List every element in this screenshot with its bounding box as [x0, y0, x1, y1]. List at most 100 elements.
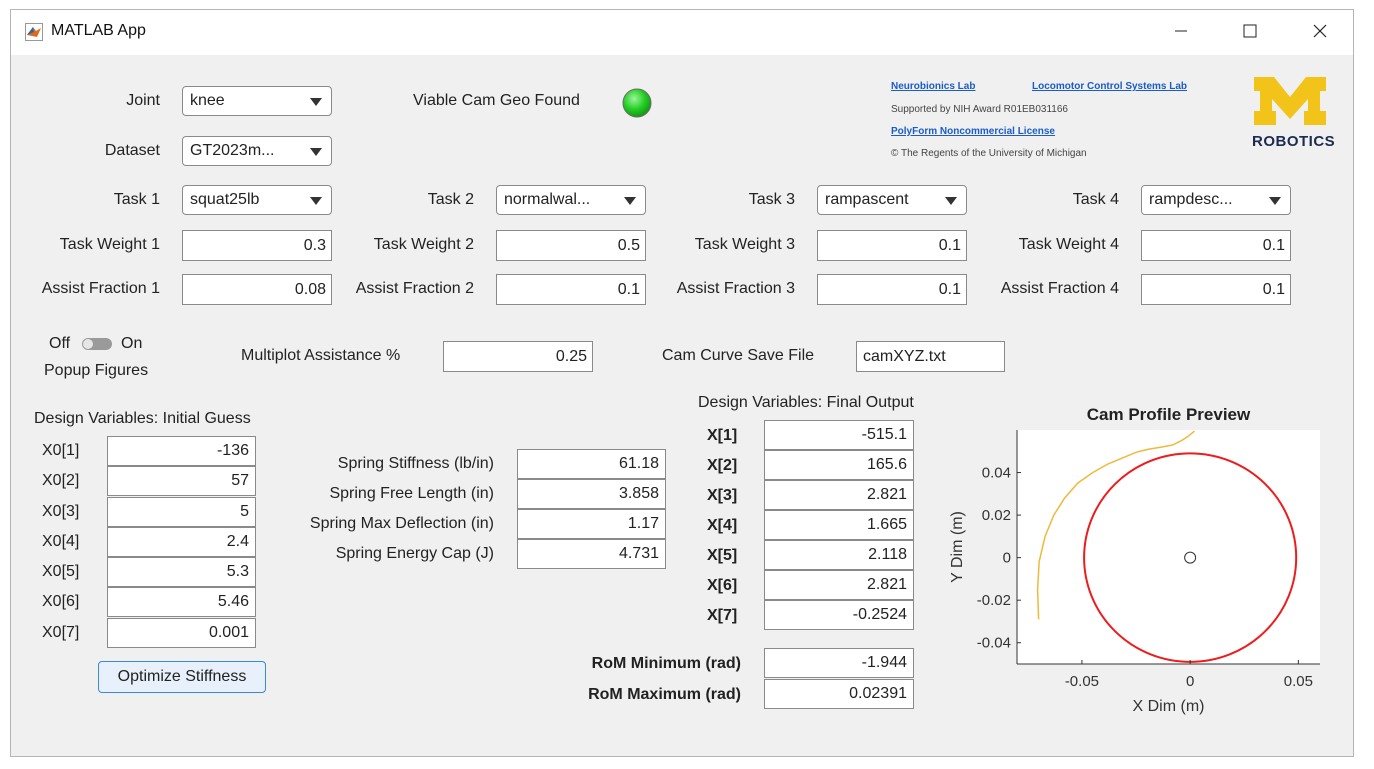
chevron-down-icon [1269, 197, 1281, 205]
dataset-dropdown-value: GT2023m... [190, 142, 275, 159]
spring-stiffness-field[interactable]: 61.18 [517, 449, 666, 479]
task1-dropdown[interactable]: squat25lb [182, 185, 332, 215]
x0-3-label: X0[3] [42, 503, 80, 520]
x-2-field[interactable]: 165.6 [764, 450, 914, 480]
x-tick-label: 0.05 [1284, 673, 1313, 690]
x0-4-field[interactable]: 2.4 [107, 527, 256, 557]
task3-dropdown-value: rampascent [825, 191, 909, 208]
assist-fraction4-label: Assist Fraction 4 [1000, 280, 1119, 297]
logo-text: ROBOTICS [1252, 133, 1336, 150]
rom-min-field[interactable]: -1.944 [764, 648, 914, 678]
rom-max-field[interactable]: 0.02391 [764, 679, 914, 709]
chevron-down-icon [945, 197, 957, 205]
final-output-title: Design Variables: Final Output [698, 394, 914, 411]
task4-label: Task 4 [1072, 191, 1119, 208]
rom-min-label: RoM Minimum (rad) [591, 655, 741, 672]
chevron-down-icon [624, 197, 636, 205]
assist-fraction3-label: Assist Fraction 3 [676, 280, 795, 297]
y-tick-label: 0.02 [982, 507, 1011, 524]
x0-3-field[interactable]: 5 [107, 497, 256, 527]
optimize-stiffness-button[interactable]: Optimize Stiffness [98, 661, 266, 693]
x0-5-field[interactable]: 5.3 [107, 557, 256, 587]
multiplot-field[interactable]: 0.25 [443, 341, 593, 372]
spring-max-deflection-label: Spring Max Deflection (in) [309, 515, 494, 532]
dataset-label: Dataset [104, 142, 160, 159]
x-1-label: X[1] [707, 427, 738, 444]
status-lamp [622, 88, 652, 118]
license-link[interactable]: PolyForm Noncommercial License [891, 126, 1055, 137]
popup-figures-label: Popup Figures [44, 362, 149, 379]
title-bar: MATLAB App [11, 10, 1353, 55]
x0-6-field[interactable]: 5.46 [107, 587, 256, 617]
x-6-field[interactable]: 2.821 [764, 570, 914, 600]
x-4-field[interactable]: 1.665 [764, 510, 914, 540]
x0-7-label: X0[7] [42, 624, 80, 641]
task-weight1-label: Task Weight 1 [59, 236, 160, 253]
michigan-robotics-logo: ROBOTICS [1252, 75, 1336, 155]
joint-dropdown[interactable]: knee [182, 86, 332, 116]
chevron-down-icon [310, 197, 322, 205]
initial-guess-title: Design Variables: Initial Guess [34, 410, 251, 427]
x-3-field[interactable]: 2.821 [764, 480, 914, 510]
x-1-field[interactable]: -515.1 [764, 420, 914, 450]
x0-5-label: X0[5] [42, 563, 80, 580]
x-7-field[interactable]: -0.2524 [764, 600, 914, 630]
plot-area [1017, 430, 1320, 664]
x-tick-label: -0.05 [1065, 673, 1099, 690]
y-axis-label: Y Dim (m) [949, 511, 966, 583]
assist-fraction4-field[interactable]: 0.1 [1141, 274, 1291, 305]
matlab-logo-icon [25, 23, 43, 41]
task-weight4-label: Task Weight 4 [1018, 236, 1119, 253]
spring-stiffness-label: Spring Stiffness (lb/in) [337, 455, 494, 472]
x0-1-field[interactable]: -136 [107, 436, 256, 466]
task-weight1-field[interactable]: 0.3 [182, 230, 332, 261]
assist-fraction1-field[interactable]: 0.08 [182, 274, 332, 305]
task-weight4-field[interactable]: 0.1 [1141, 230, 1291, 261]
toggle-off-label: Off [49, 335, 71, 352]
cam-profile-svg: -0.05 0 0.05 -0.04 -0.02 0 0.02 0.04 Cam Profil… [949, 405, 1320, 715]
spring-energy-cap-field[interactable]: 4.731 [517, 539, 666, 569]
task1-label: Task 1 [113, 191, 160, 208]
x0-4-label: X0[4] [42, 533, 80, 550]
task4-dropdown[interactable]: rampdesc... [1141, 185, 1291, 215]
popup-figures-toggle[interactable] [82, 338, 112, 350]
cam-save-field[interactable]: camXYZ.txt [856, 341, 1005, 372]
close-icon[interactable] [1309, 20, 1331, 42]
rom-max-label: RoM Maximum (rad) [588, 686, 741, 703]
x-5-label: X[5] [707, 547, 738, 564]
x-2-label: X[2] [707, 457, 738, 474]
spring-max-deflection-field[interactable]: 1.17 [517, 509, 666, 539]
task3-dropdown[interactable]: rampascent [817, 185, 967, 215]
cam-profile-plot[interactable]: -0.05 0 0.05 -0.04 -0.02 0 0.02 0.04 Cam Profil… [935, 390, 1335, 720]
minimize-icon[interactable] [1170, 20, 1192, 42]
neurobionics-lab-link[interactable]: Neurobionics Lab [891, 81, 975, 92]
spring-free-length-field[interactable]: 3.858 [517, 479, 666, 509]
multiplot-label: Multiplot Assistance % [241, 347, 401, 364]
task4-dropdown-value: rampdesc... [1149, 191, 1233, 208]
assist-fraction2-label: Assist Fraction 2 [355, 280, 474, 297]
pivot-marker [1184, 551, 1197, 564]
x-5-field[interactable]: 2.118 [764, 540, 914, 570]
x0-2-field[interactable]: 57 [107, 466, 256, 496]
cam-save-label: Cam Curve Save File [662, 347, 815, 364]
copyright-text: © The Regents of the University of Michi… [891, 148, 1087, 159]
assist-fraction3-field[interactable]: 0.1 [817, 274, 967, 305]
task-weight2-field[interactable]: 0.5 [496, 230, 646, 261]
award-text: Supported by NIH Award R01EB031166 [891, 104, 1068, 115]
task2-dropdown-value: normalwal... [504, 191, 591, 208]
x-6-label: X[6] [707, 577, 738, 594]
task1-dropdown-value: squat25lb [190, 191, 260, 208]
chevron-down-icon [310, 98, 322, 106]
task-weight3-field[interactable]: 0.1 [817, 230, 967, 261]
x0-6-label: X0[6] [42, 593, 80, 610]
task2-label: Task 2 [427, 191, 474, 208]
maximize-icon[interactable] [1239, 20, 1261, 42]
plot-title: Cam Profile Preview [1087, 405, 1251, 424]
locomotor-lab-link[interactable]: Locomotor Control Systems Lab [1032, 81, 1187, 92]
assist-fraction2-field[interactable]: 0.1 [496, 274, 646, 305]
dataset-dropdown[interactable]: GT2023m... [182, 136, 332, 166]
x0-7-field[interactable]: 0.001 [107, 618, 256, 648]
task2-dropdown[interactable]: normalwal... [496, 185, 646, 215]
toggle-knob [83, 339, 93, 349]
spring-energy-cap-label: Spring Energy Cap (J) [335, 545, 494, 562]
